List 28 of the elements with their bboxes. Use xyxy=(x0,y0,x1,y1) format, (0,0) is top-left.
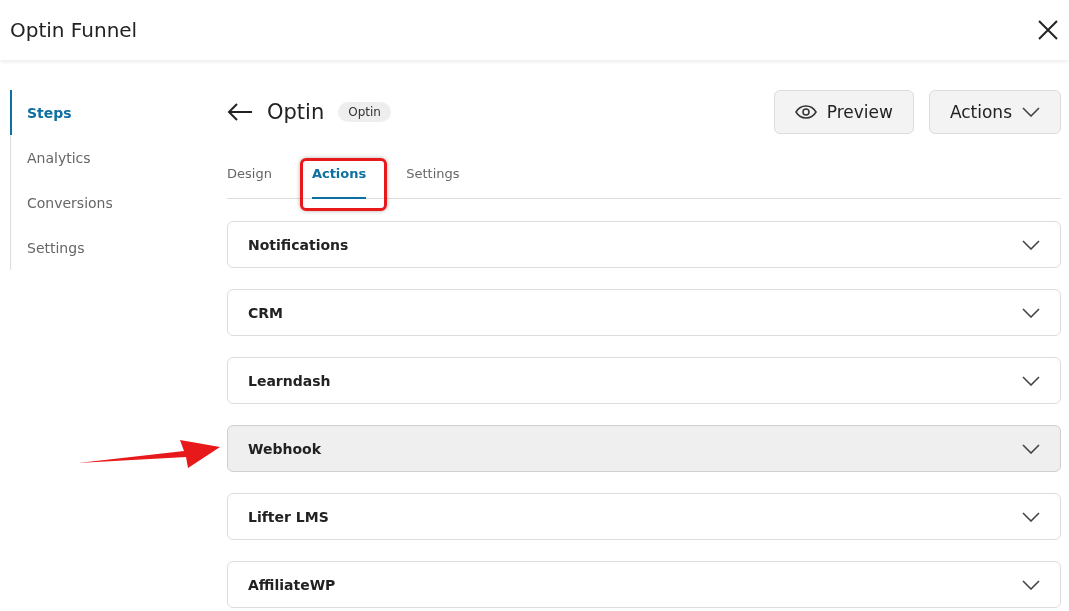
preview-button[interactable]: Preview xyxy=(773,90,914,134)
tab[interactable]: Design xyxy=(227,160,272,199)
accordion-section[interactable]: Lifter LMS xyxy=(227,493,1061,540)
chevron-down-icon xyxy=(1022,239,1040,250)
chevron-down-icon xyxy=(1022,511,1040,522)
chevron-down-icon xyxy=(1022,443,1040,454)
window-title: Optin Funnel xyxy=(10,18,138,42)
accordion-section[interactable]: Webhook xyxy=(227,425,1061,472)
sidebar-item[interactable]: Conversions xyxy=(10,180,227,225)
tab[interactable]: Actions xyxy=(311,160,367,199)
sidebar-item[interactable]: Settings xyxy=(10,225,227,270)
chevron-down-icon xyxy=(1022,375,1040,386)
accordion-section[interactable]: CRM xyxy=(227,289,1061,336)
back-arrow-icon[interactable] xyxy=(227,102,253,122)
step-title: Optin xyxy=(267,100,325,124)
eye-icon xyxy=(794,105,817,119)
chevron-down-icon xyxy=(1022,307,1040,318)
actions-dropdown-button[interactable]: Actions xyxy=(928,90,1061,134)
accordion-section[interactable]: Learndash xyxy=(227,357,1061,404)
chevron-down-icon xyxy=(1022,107,1040,117)
sidebar-item[interactable]: Steps xyxy=(10,90,227,135)
close-button[interactable] xyxy=(1037,19,1059,41)
tab[interactable]: Settings xyxy=(406,160,460,199)
step-type-badge: Optin xyxy=(338,102,391,122)
accordion-section[interactable]: Notifications xyxy=(227,221,1061,268)
accordion-section[interactable]: AffiliateWP xyxy=(227,561,1061,608)
sidebar-item[interactable]: Analytics xyxy=(10,135,227,180)
chevron-down-icon xyxy=(1022,579,1040,590)
